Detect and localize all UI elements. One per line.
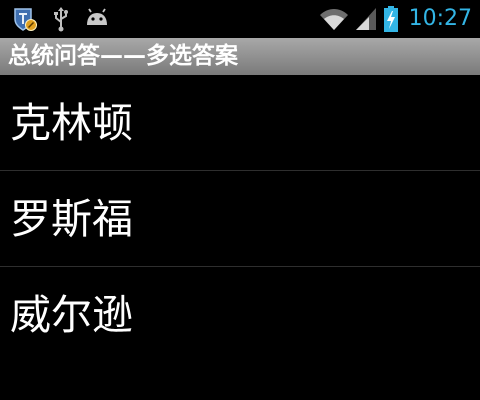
answer-option-1[interactable]: 克林顿 [0,75,480,171]
title-bar: 总统问答——多选答案 [0,38,480,75]
status-clock: 10:27 [408,6,472,31]
answer-list: 克林顿 罗斯福 威尔逊 [0,75,480,363]
answer-label: 罗斯福 [10,194,133,243]
shield-app-icon [12,6,38,32]
answer-option-2[interactable]: 罗斯福 [0,171,480,267]
answer-option-3[interactable]: 威尔逊 [0,267,480,363]
page-title: 总统问答——多选答案 [8,43,238,69]
answer-label: 克林顿 [10,98,133,147]
answer-label: 威尔逊 [10,291,133,339]
usb-icon [52,6,70,32]
phone-screen: 10:27 总统问答——多选答案 克林顿 罗斯福 威尔逊 [0,0,480,400]
battery-charging-icon [383,5,399,33]
cell-signal-icon [355,6,377,32]
wifi-icon [319,6,349,32]
system-status: 10:27 [319,4,472,34]
status-bar: 10:27 [0,0,480,38]
notification-icons [12,6,110,32]
android-debug-icon [84,6,110,32]
